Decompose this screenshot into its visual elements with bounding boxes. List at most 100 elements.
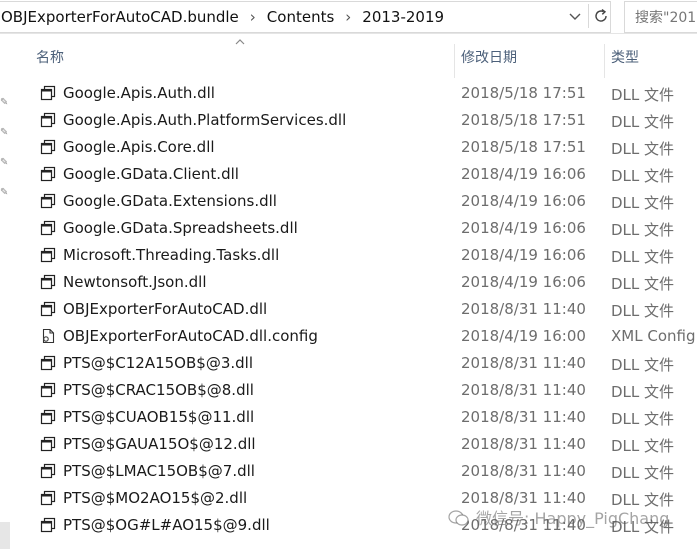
file-modified-date: 2018/4/19 16:06 bbox=[461, 165, 586, 183]
file-type: DLL 文件 bbox=[611, 356, 675, 374]
dll-file-icon bbox=[40, 247, 56, 263]
file-type: DLL 文件 bbox=[611, 140, 675, 158]
file-row[interactable]: Google.Apis.Core.dll 2018/5/18 17:51 DLL 文… bbox=[30, 134, 697, 161]
breadcrumb-item-contents[interactable]: Contents bbox=[264, 8, 337, 26]
file-type: DLL 文件 bbox=[611, 113, 675, 131]
file-row[interactable]: Google.GData.Extensions.dll 2018/4/19 16:… bbox=[30, 188, 697, 215]
file-name: Google.Apis.Core.dll bbox=[63, 138, 215, 156]
file-row[interactable]: PTS@$GAUA15O$@12.dll 2018/8/31 11:40 DLL 文… bbox=[30, 431, 697, 458]
file-row[interactable]: PTS@$CRAC15OB$@8.dll 2018/8/31 11:40 DLL 文… bbox=[30, 377, 697, 404]
file-name: OBJExporterForAutoCAD.dll bbox=[63, 300, 268, 318]
search-placeholder: 搜索"201 bbox=[635, 10, 697, 26]
file-type: DLL 文件 bbox=[611, 194, 675, 212]
wechat-icon bbox=[448, 510, 469, 526]
file-modified-date: 2018/8/31 11:40 bbox=[461, 435, 586, 453]
watermark: 微信号: Happy_PigChang bbox=[448, 505, 669, 529]
file-modified-date: 2018/5/18 17:51 bbox=[461, 84, 586, 102]
file-name: PTS@$C12A15OB$@3.dll bbox=[63, 354, 253, 372]
file-modified-date: 2018/8/31 11:40 bbox=[461, 300, 586, 318]
column-divider[interactable] bbox=[454, 44, 455, 78]
file-name: Google.Apis.Auth.dll bbox=[63, 84, 215, 102]
file-row[interactable]: PTS@$C12A15OB$@3.dll 2018/8/31 11:40 DLL 文… bbox=[30, 350, 697, 377]
file-name: PTS@$MO2AO15$@2.dll bbox=[63, 489, 248, 507]
file-type: DLL 文件 bbox=[611, 86, 675, 104]
search-input[interactable]: 搜索"201 bbox=[624, 1, 697, 33]
file-row[interactable]: Newtonsoft.Json.dll 2018/4/19 16:06 DLL 文件 bbox=[30, 269, 697, 296]
file-name: Microsoft.Threading.Tasks.dll bbox=[63, 246, 280, 264]
breadcrumb-item-bundle[interactable]: OBJExporterForAutoCAD.bundle bbox=[0, 8, 242, 26]
file-type: XML Config bbox=[611, 327, 696, 345]
file-modified-date: 2018/8/31 11:40 bbox=[461, 354, 586, 372]
file-type: DLL 文件 bbox=[611, 464, 675, 482]
file-modified-date: 2018/4/19 16:06 bbox=[461, 246, 586, 264]
dll-file-icon bbox=[40, 112, 56, 128]
file-type: DLL 文件 bbox=[611, 167, 675, 185]
file-modified-date: 2018/8/31 11:40 bbox=[461, 381, 586, 399]
column-header-name[interactable]: 名称 bbox=[36, 47, 64, 67]
file-modified-date: 2018/5/18 17:51 bbox=[461, 138, 586, 156]
refresh-button[interactable] bbox=[588, 4, 613, 28]
dll-file-icon bbox=[40, 490, 56, 506]
dll-file-icon bbox=[40, 274, 56, 290]
file-type: DLL 文件 bbox=[611, 275, 675, 293]
file-row[interactable]: OBJExporterForAutoCAD.dll 2018/8/31 11:40… bbox=[30, 296, 697, 323]
chevron-down-icon[interactable] bbox=[564, 2, 586, 32]
dll-file-icon bbox=[40, 166, 56, 182]
file-name: Google.Apis.Auth.PlatformServices.dll bbox=[63, 111, 347, 129]
column-divider[interactable] bbox=[604, 44, 605, 78]
file-modified-date: 2018/5/18 17:51 bbox=[461, 111, 586, 129]
nav-item-selected[interactable] bbox=[0, 522, 10, 549]
file-row[interactable]: Google.Apis.Auth.dll 2018/5/18 17:51 DLL 文… bbox=[30, 80, 697, 107]
breadcrumb-separator-icon[interactable]: › bbox=[242, 8, 264, 26]
dll-file-icon bbox=[40, 517, 56, 533]
dll-file-icon bbox=[40, 355, 56, 371]
pin-icon[interactable]: ✎ bbox=[0, 188, 10, 198]
file-name: Google.GData.Spreadsheets.dll bbox=[63, 219, 298, 237]
dll-file-icon bbox=[40, 382, 56, 398]
file-name: OBJExporterForAutoCAD.dll.config bbox=[63, 327, 318, 345]
refresh-icon bbox=[595, 8, 607, 22]
file-row[interactable]: Google.Apis.Auth.PlatformServices.dll 201… bbox=[30, 107, 697, 134]
dll-file-icon bbox=[40, 193, 56, 209]
file-row[interactable]: PTS@$LMAC15OB$@7.dll 2018/8/31 11:40 DLL 文… bbox=[30, 458, 697, 485]
breadcrumb[interactable]: OBJExporterForAutoCAD.bundle › Contents … bbox=[0, 1, 611, 33]
file-row[interactable]: OBJExporterForAutoCAD.dll.config 2018/4/1… bbox=[30, 323, 697, 350]
address-bar: OBJExporterForAutoCAD.bundle › Contents … bbox=[0, 0, 697, 34]
file-type: DLL 文件 bbox=[611, 248, 675, 266]
file-modified-date: 2018/4/19 16:06 bbox=[461, 192, 586, 210]
breadcrumb-item-2013-2019[interactable]: 2013-2019 bbox=[359, 8, 447, 26]
file-name: PTS@$CUAOB15$@11.dll bbox=[63, 408, 255, 426]
sort-ascending-icon bbox=[235, 34, 245, 48]
pin-icon[interactable]: ✎ bbox=[0, 98, 10, 108]
column-header-type[interactable]: 类型 bbox=[611, 47, 639, 67]
dll-file-icon bbox=[40, 301, 56, 317]
watermark-text: 微信号: Happy_PigChang bbox=[476, 509, 670, 528]
file-row[interactable]: Google.GData.Client.dll 2018/4/19 16:06 DL… bbox=[30, 161, 697, 188]
dll-file-icon bbox=[40, 220, 56, 236]
file-type: DLL 文件 bbox=[611, 410, 675, 428]
file-type: DLL 文件 bbox=[611, 437, 675, 455]
file-row[interactable]: Microsoft.Threading.Tasks.dll 2018/4/19 1… bbox=[30, 242, 697, 269]
column-header-row: 名称 修改日期 类型 bbox=[30, 34, 697, 78]
file-explorer-window: OBJExporterForAutoCAD.bundle › Contents … bbox=[0, 0, 697, 549]
pin-icon[interactable]: ✎ bbox=[0, 128, 10, 138]
dll-file-icon bbox=[40, 139, 56, 155]
file-name: PTS@$GAUA15O$@12.dll bbox=[63, 435, 256, 453]
file-name: PTS@$LMAC15OB$@7.dll bbox=[63, 462, 255, 480]
dll-file-icon bbox=[40, 436, 56, 452]
pin-icon[interactable]: ✎ bbox=[0, 158, 10, 168]
file-name: Google.GData.Client.dll bbox=[63, 165, 239, 183]
file-row[interactable]: Google.GData.Spreadsheets.dll 2018/4/19 1… bbox=[30, 215, 697, 242]
config-file-icon bbox=[40, 328, 56, 344]
file-row[interactable]: PTS@$CUAOB15$@11.dll 2018/8/31 11:40 DLL 文… bbox=[30, 404, 697, 431]
dll-file-icon bbox=[40, 463, 56, 479]
column-header-date[interactable]: 修改日期 bbox=[461, 47, 517, 67]
file-modified-date: 2018/4/19 16:00 bbox=[461, 327, 586, 345]
file-name: PTS@$CRAC15OB$@8.dll bbox=[63, 381, 254, 399]
file-name: Newtonsoft.Json.dll bbox=[63, 273, 207, 291]
dll-file-icon bbox=[40, 85, 56, 101]
file-name: Google.GData.Extensions.dll bbox=[63, 192, 277, 210]
file-type: DLL 文件 bbox=[611, 221, 675, 239]
navigation-pane: ✎ ✎ ✎ ✎ bbox=[0, 34, 12, 549]
breadcrumb-separator-icon[interactable]: › bbox=[337, 8, 359, 26]
